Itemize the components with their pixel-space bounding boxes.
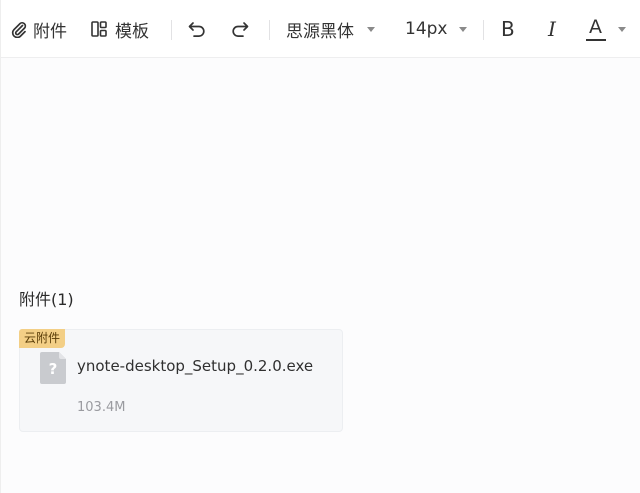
font-size-select[interactable]: 14px [405,0,468,58]
font-color-letter: A [589,16,602,38]
template-icon [91,21,107,37]
attachments-title: 附件(1) [19,290,74,309]
cloud-attachment-badge: 云附件 [19,329,66,348]
attachment-file-name[interactable]: ynote-desktop_Setup_0.2.0.exe [77,357,313,375]
caret-down-icon [459,26,468,32]
attachment-button-label: 附件 [33,21,67,42]
font-family-select[interactable]: 思源黑体 [286,0,375,58]
caret-down-icon [367,26,375,32]
undo-button[interactable] [188,0,206,58]
font-size-value: 14px [405,19,448,39]
attachment-card[interactable]: 云附件 ? ynote-desktop_Setup_0.2.0.exe 103.… [19,329,343,432]
italic-button[interactable]: I [548,0,556,58]
font-family-value: 思源黑体 [286,21,354,42]
toolbar-divider [269,20,270,40]
undo-icon [188,21,206,37]
redo-icon [231,21,249,37]
toolbar-divider [483,20,484,40]
file-icon-glyph: ? [49,360,58,378]
template-button-label: 模板 [115,21,149,42]
font-color-underline [586,39,606,41]
attachment-file-size: 103.4M [77,400,126,415]
attachment-button[interactable]: 附件 [11,0,67,58]
redo-button[interactable] [231,0,249,58]
template-button[interactable]: 模板 [91,0,149,58]
bold-icon: B [501,17,515,41]
toolbar-divider [171,20,172,40]
editor-body[interactable]: 附件(1) 云附件 ? ynote-desktop_Setup_0.2.0.ex… [1,58,640,493]
bold-button[interactable]: B [501,0,515,58]
caret-down-icon[interactable] [618,26,626,32]
editor-toolbar: 附件 模板 思源黑体 14px B I A [1,0,640,58]
paperclip-icon [11,20,27,38]
unknown-file-icon: ? [40,352,66,384]
font-color-button[interactable]: A [586,0,626,58]
editor-window: 附件 模板 思源黑体 14px B I A 附件(1) 云附件 ? ynote-… [0,0,640,493]
italic-icon: I [548,17,556,41]
font-color-icon: A [586,16,606,42]
